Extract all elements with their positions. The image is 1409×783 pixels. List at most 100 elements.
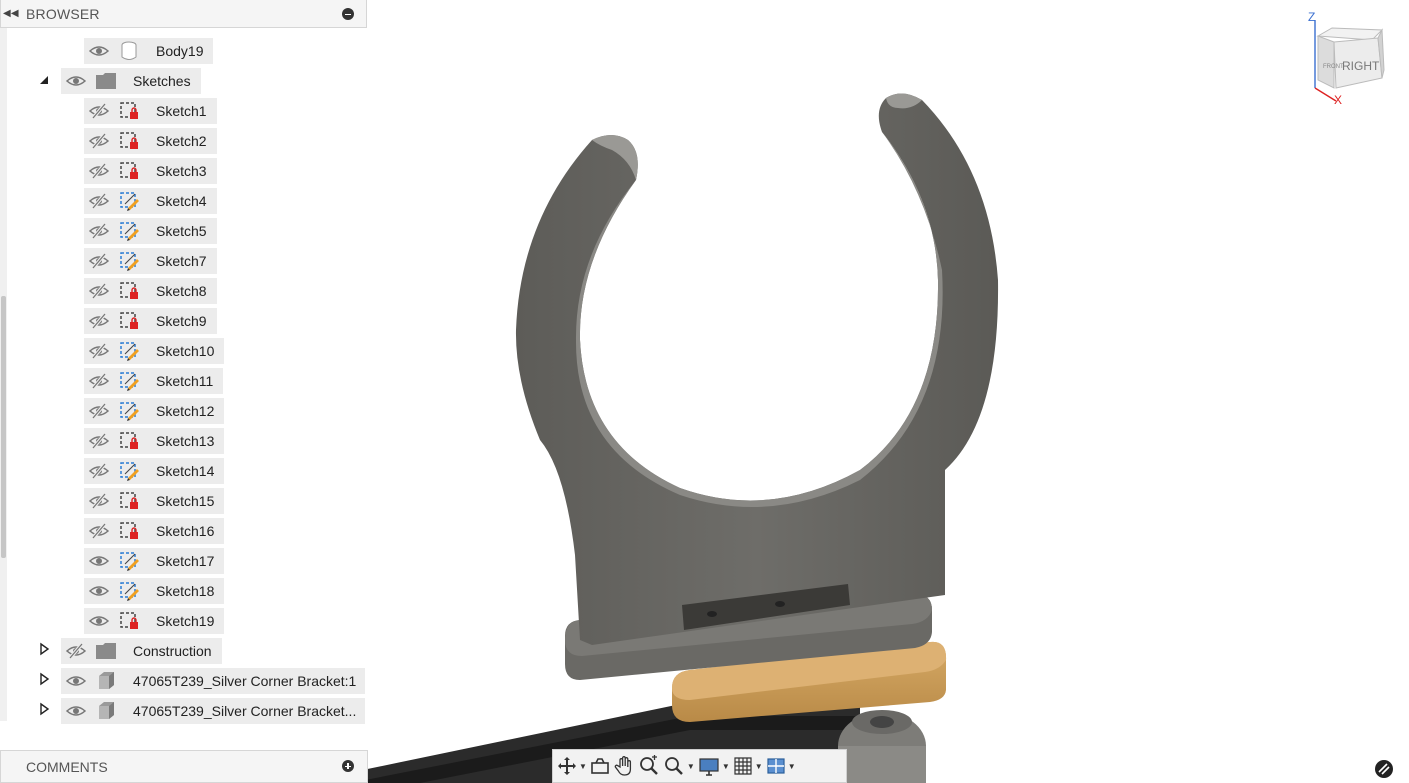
browser-row[interactable]: 47065T239_Silver Corner Bracket:1: [0, 664, 367, 694]
orbit-icon: [558, 757, 576, 775]
orbit-button[interactable]: ▼: [557, 753, 587, 779]
collapse-panel-icon[interactable]: ◀◀: [3, 8, 19, 19]
viewports-button[interactable]: ▼: [766, 753, 796, 779]
grid-button[interactable]: ▼: [733, 753, 763, 779]
eye-hidden-icon[interactable]: [88, 522, 110, 540]
browser-row[interactable]: Sketch17: [0, 544, 367, 574]
browser-item[interactable]: Sketch9: [84, 308, 217, 334]
display-settings-button[interactable]: ▼: [698, 753, 730, 779]
browser-item[interactable]: Sketches: [61, 68, 201, 94]
browser-row[interactable]: Sketch1: [0, 94, 367, 124]
grid-dropdown-icon[interactable]: ▼: [755, 762, 763, 771]
browser-row[interactable]: Sketch5: [0, 214, 367, 244]
eye-hidden-icon[interactable]: [88, 162, 110, 180]
browser-row[interactable]: Sketch12: [0, 394, 367, 424]
browser-item[interactable]: Sketch17: [84, 548, 224, 574]
eye-hidden-icon[interactable]: [88, 192, 110, 210]
browser-item[interactable]: Sketch11: [84, 368, 223, 394]
browser-item[interactable]: Sketch1: [84, 98, 217, 124]
browser-row[interactable]: Sketch10: [0, 334, 367, 364]
eye-visible-icon[interactable]: [88, 552, 110, 570]
minimize-browser-button[interactable]: [342, 8, 354, 20]
browser-item[interactable]: Sketch16: [84, 518, 224, 544]
browser-row[interactable]: Sketch13: [0, 424, 367, 454]
eye-hidden-icon[interactable]: [88, 282, 110, 300]
viewcube-face-right[interactable]: RIGHT: [1342, 59, 1380, 73]
browser-item[interactable]: Sketch18: [84, 578, 224, 604]
eye-hidden-icon[interactable]: [88, 402, 110, 420]
browser-item[interactable]: Construction: [61, 638, 222, 664]
browser-item[interactable]: 47065T239_Silver Corner Bracket...: [61, 698, 365, 724]
viewcube-face-front[interactable]: FRONT: [1323, 64, 1344, 70]
browser-item[interactable]: Sketch5: [84, 218, 217, 244]
collapse-triangle-icon[interactable]: [37, 72, 51, 86]
browser-item[interactable]: Sketch4: [84, 188, 217, 214]
browser-row[interactable]: Sketch2: [0, 124, 367, 154]
browser-row[interactable]: 47065T239_Silver Corner Bracket...: [0, 694, 367, 724]
display-dropdown-icon[interactable]: ▼: [722, 762, 730, 771]
browser-item[interactable]: Sketch13: [84, 428, 224, 454]
add-comment-button[interactable]: [342, 760, 354, 772]
eye-hidden-icon[interactable]: [65, 642, 87, 660]
zoom-icon: [640, 755, 658, 775]
eye-visible-icon[interactable]: [88, 612, 110, 630]
sketch-locked-icon: [117, 280, 141, 302]
browser-row[interactable]: Sketch9: [0, 304, 367, 334]
look-at-button[interactable]: [590, 753, 610, 779]
view-cube[interactable]: Z X RIGHT FRONT: [1302, 8, 1398, 108]
browser-item[interactable]: Sketch12: [84, 398, 224, 424]
eye-visible-icon[interactable]: [65, 72, 87, 90]
zoom-button[interactable]: [638, 753, 660, 779]
browser-row[interactable]: Sketches: [0, 64, 367, 94]
expand-triangle-icon[interactable]: [37, 702, 51, 716]
browser-item[interactable]: Sketch14: [84, 458, 224, 484]
eye-hidden-icon[interactable]: [88, 492, 110, 510]
app-status-icon[interactable]: [1374, 759, 1394, 779]
orbit-dropdown-icon[interactable]: ▼: [579, 762, 587, 771]
browser-row[interactable]: Sketch15: [0, 484, 367, 514]
eye-hidden-icon[interactable]: [88, 342, 110, 360]
eye-hidden-icon[interactable]: [88, 372, 110, 390]
browser-row[interactable]: Sketch4: [0, 184, 367, 214]
browser-row[interactable]: Sketch18: [0, 574, 367, 604]
eye-visible-icon[interactable]: [65, 702, 87, 720]
browser-panel-header: ◀◀ BROWSER: [0, 0, 367, 28]
browser-row[interactable]: Construction: [0, 634, 367, 664]
browser-item[interactable]: Sketch10: [84, 338, 224, 364]
viewports-dropdown-icon[interactable]: ▼: [788, 762, 796, 771]
eye-hidden-icon[interactable]: [88, 462, 110, 480]
eye-visible-icon[interactable]: [88, 582, 110, 600]
eye-hidden-icon[interactable]: [88, 132, 110, 150]
browser-row[interactable]: Sketch16: [0, 514, 367, 544]
eye-visible-icon[interactable]: [88, 42, 110, 60]
browser-item[interactable]: 47065T239_Silver Corner Bracket:1: [61, 668, 365, 694]
browser-item-label: Sketch2: [156, 133, 207, 149]
eye-hidden-icon[interactable]: [88, 222, 110, 240]
browser-item[interactable]: Body19: [84, 38, 213, 64]
browser-item[interactable]: Sketch2: [84, 128, 217, 154]
browser-item[interactable]: Sketch15: [84, 488, 224, 514]
browser-item[interactable]: Sketch7: [84, 248, 217, 274]
eye-hidden-icon[interactable]: [88, 252, 110, 270]
browser-item[interactable]: Sketch3: [84, 158, 217, 184]
browser-row[interactable]: Sketch11: [0, 364, 367, 394]
browser-item[interactable]: Sketch19: [84, 608, 224, 634]
zoom-dropdown-icon[interactable]: ▼: [687, 762, 695, 771]
pan-button[interactable]: [613, 753, 635, 779]
browser-row[interactable]: Sketch19: [0, 604, 367, 634]
browser-row[interactable]: Sketch8: [0, 274, 367, 304]
eye-hidden-icon[interactable]: [88, 432, 110, 450]
browser-item-label: Sketch4: [156, 193, 207, 209]
expand-triangle-icon[interactable]: [37, 642, 51, 656]
eye-visible-icon[interactable]: [65, 672, 87, 690]
eye-hidden-icon[interactable]: [88, 102, 110, 120]
browser-item[interactable]: Sketch8: [84, 278, 217, 304]
expand-triangle-icon[interactable]: [37, 672, 51, 686]
browser-row[interactable]: Body19: [0, 34, 367, 64]
browser-row[interactable]: Sketch3: [0, 154, 367, 184]
fit-button[interactable]: ▼: [663, 753, 695, 779]
display-settings-icon: [699, 758, 719, 776]
browser-row[interactable]: Sketch14: [0, 454, 367, 484]
eye-hidden-icon[interactable]: [88, 312, 110, 330]
browser-row[interactable]: Sketch7: [0, 244, 367, 274]
